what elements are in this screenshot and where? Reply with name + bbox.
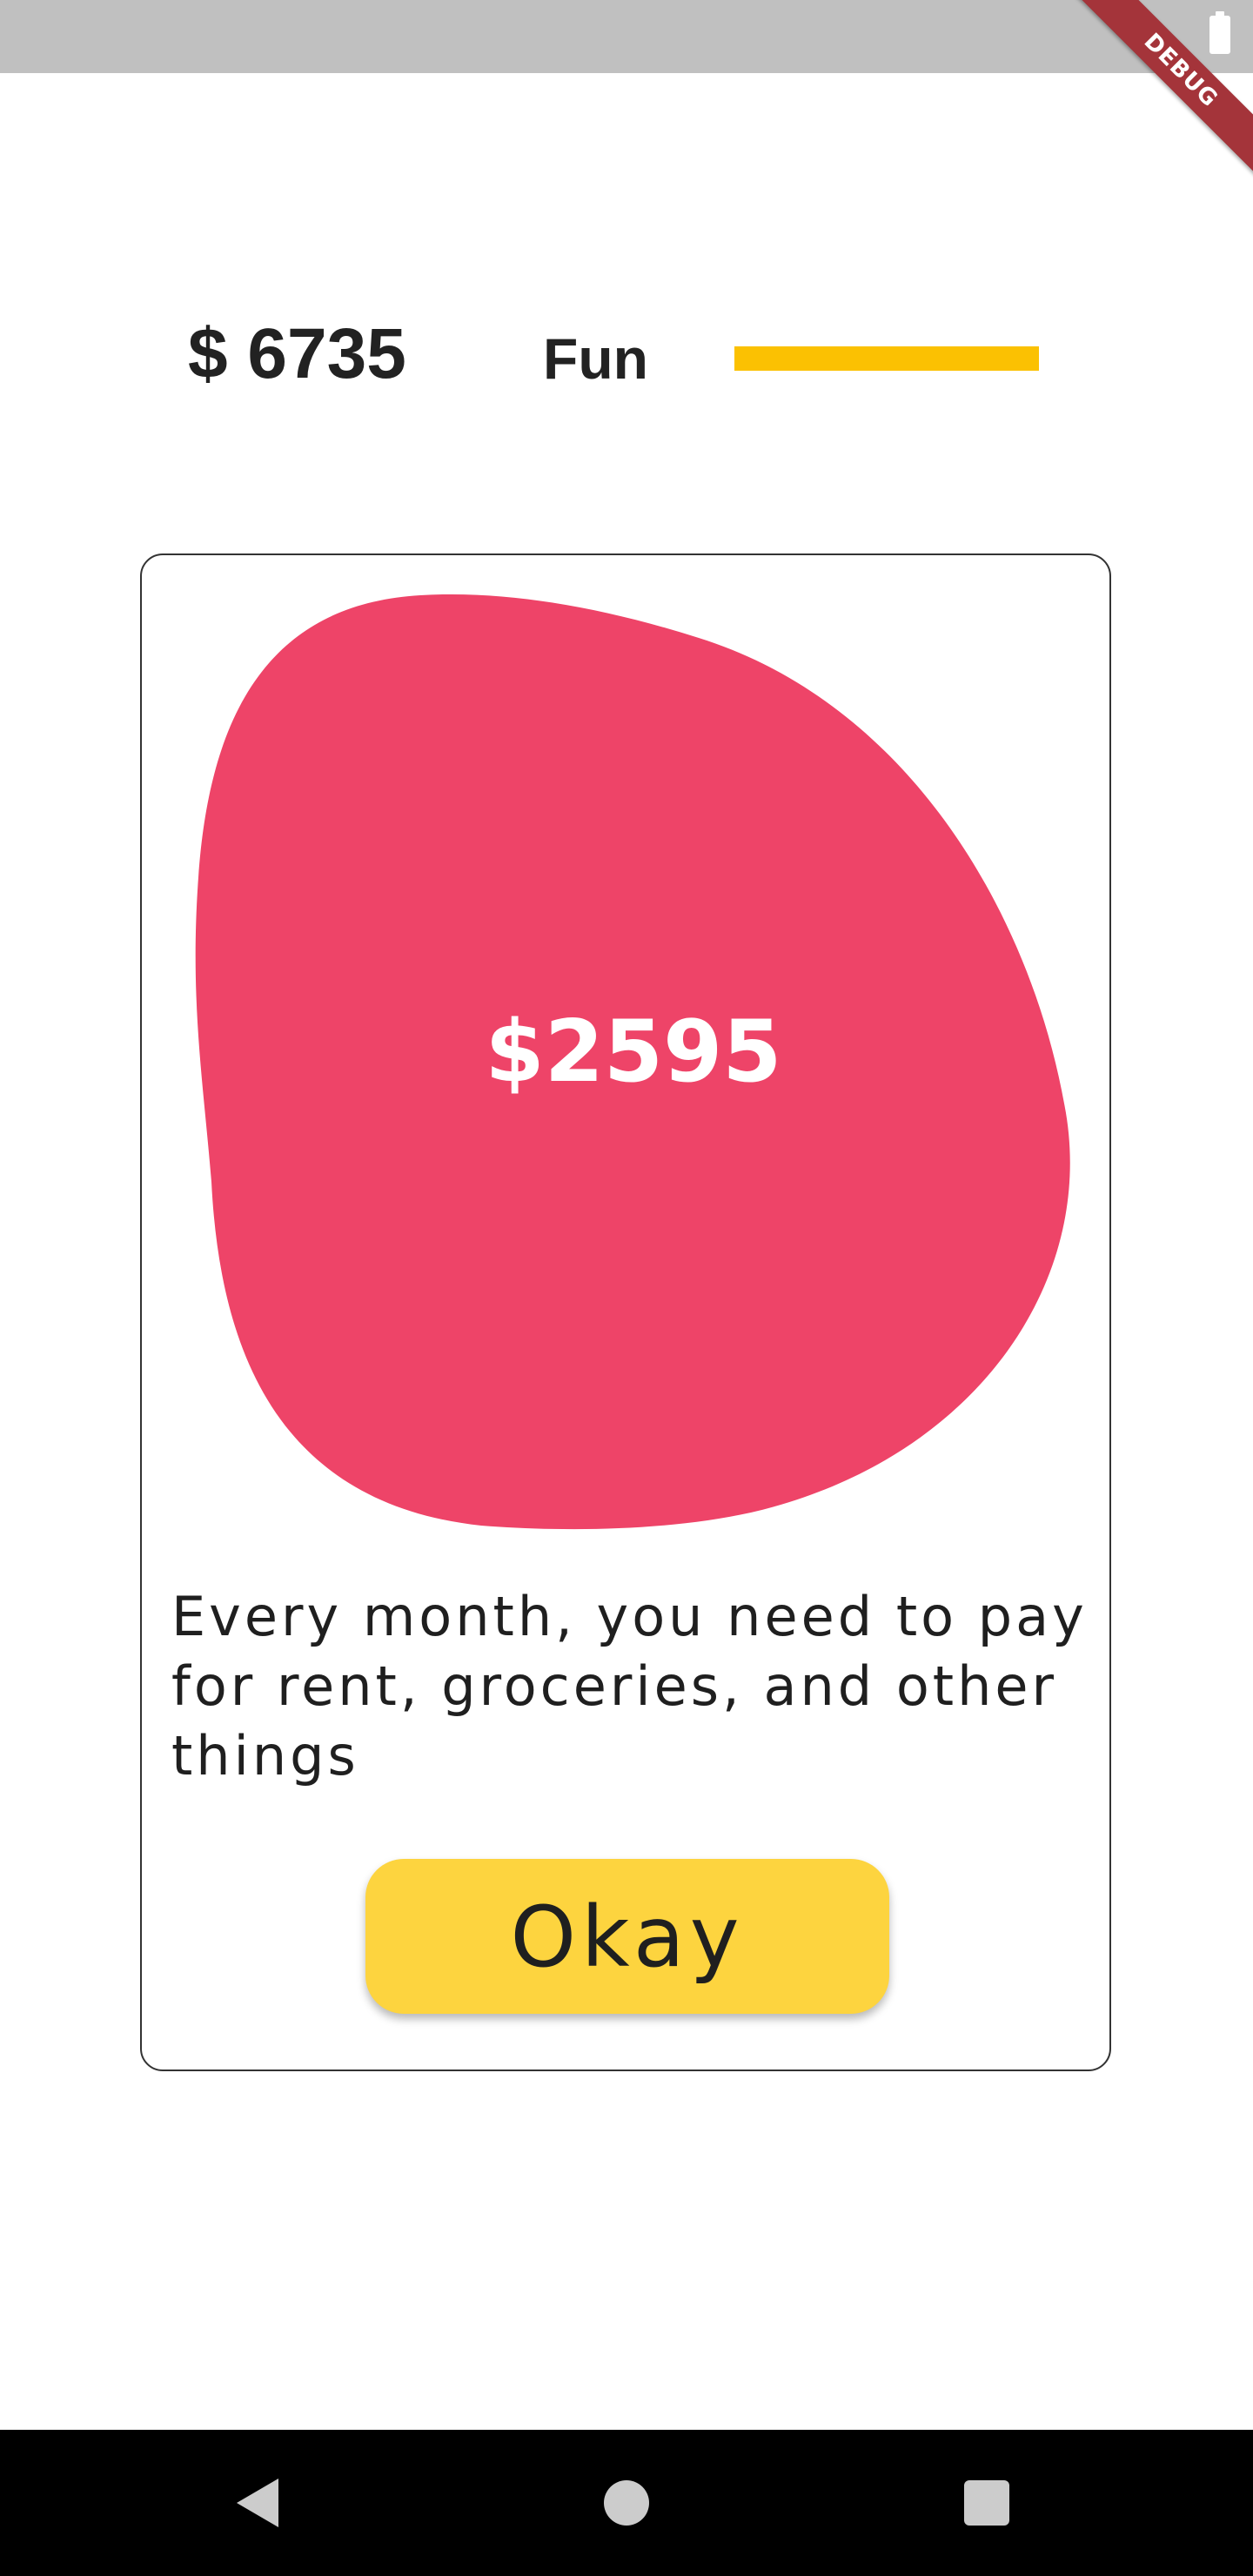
okay-button[interactable]: Okay (365, 1859, 889, 2014)
expense-amount: $2595 (485, 1003, 782, 1102)
budget-header: $ 6735 Fun (0, 287, 1253, 426)
balance-amount: $ 6735 (188, 314, 406, 393)
category-progress-fill (734, 346, 1039, 371)
triangle-back-icon[interactable] (237, 2479, 278, 2527)
category-label: Fun (543, 326, 648, 391)
expense-message: Every month, you need to pay for rent, g… (171, 1585, 1088, 1788)
amount-blob: $2595 (194, 590, 1073, 1530)
android-nav-bar (0, 2430, 1253, 2576)
expense-card: $2595 Every month, you need to pay for r… (140, 553, 1111, 2071)
category-progress-bar (734, 346, 1039, 371)
battery-icon (1209, 11, 1230, 54)
circle-home-icon[interactable] (604, 2480, 649, 2526)
square-recents-icon[interactable] (964, 2480, 1009, 2526)
status-bar (0, 0, 1253, 73)
